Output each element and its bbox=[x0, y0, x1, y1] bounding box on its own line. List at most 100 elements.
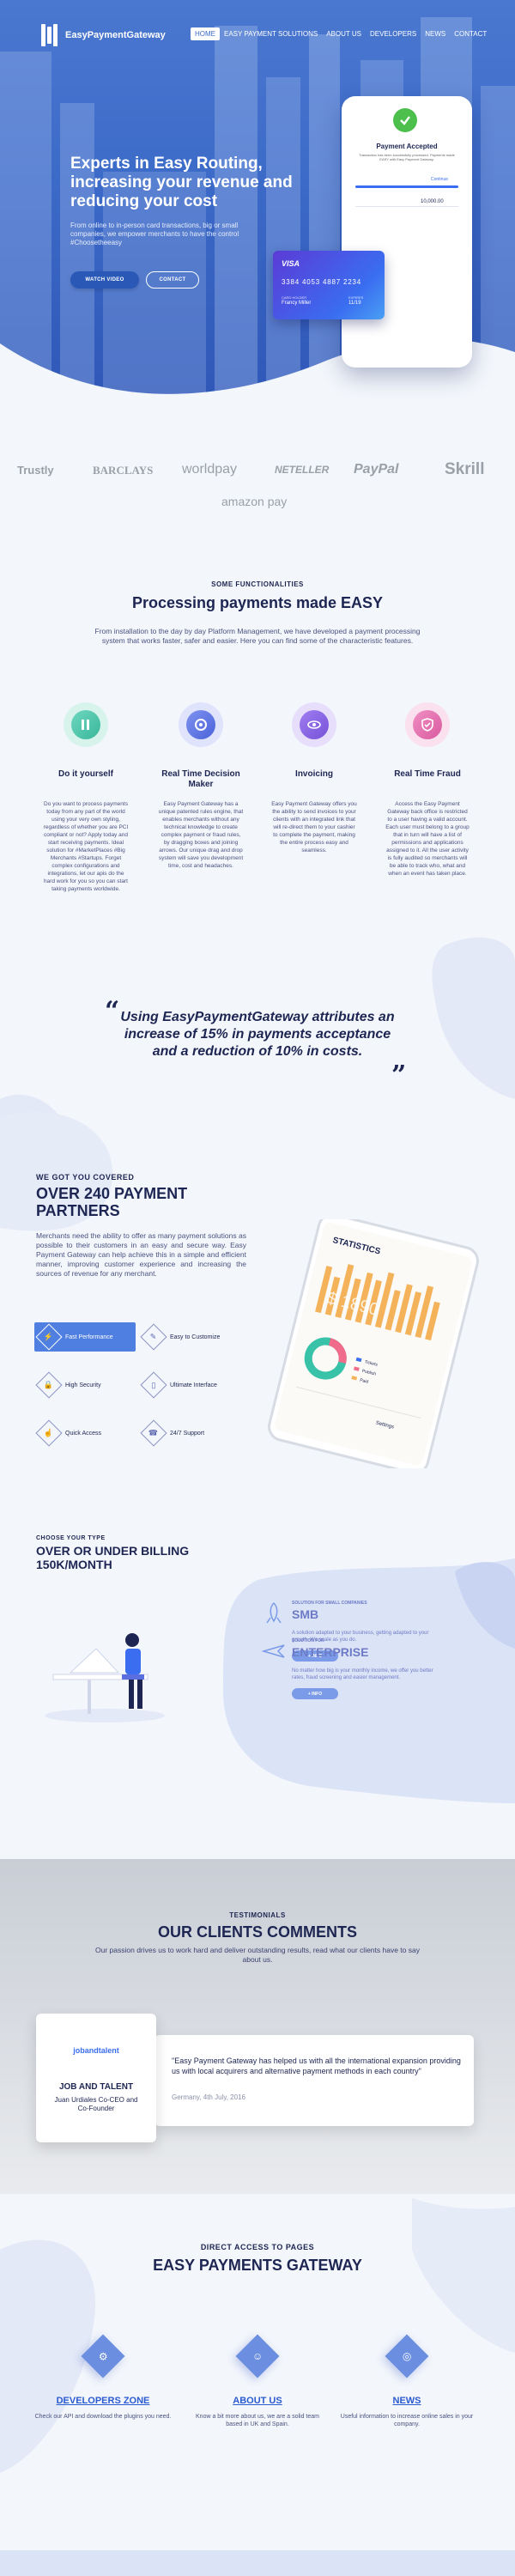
nav-home[interactable]: HOME bbox=[191, 27, 220, 40]
nav-developers[interactable]: DEVELOPERS bbox=[366, 27, 421, 40]
close-quote-icon: ” bbox=[391, 1060, 407, 1091]
smb-eyebrow: SOLUTION FOR SMALL COMPANIES bbox=[292, 1601, 367, 1606]
main-nav: HOME EASY PAYMENT SOLUTIONS ABOUT US DEV… bbox=[191, 27, 491, 40]
feature-label: Easy to Customize bbox=[170, 1334, 221, 1340]
feature-text: Easy Payment Gateway has a unique patent… bbox=[158, 801, 244, 869]
testimonial-comment: "Easy Payment Gateway has helped us with… bbox=[172, 2057, 461, 2075]
news-icon-wrap[interactable]: ◎ bbox=[385, 2334, 429, 2379]
partner-neteller: NETELLER bbox=[275, 464, 330, 476]
visa-logo: VISA bbox=[282, 259, 300, 268]
billing-background-shape bbox=[223, 1558, 515, 1803]
feature-quick-access[interactable]: ☝ Quick Access bbox=[35, 1419, 136, 1448]
card-expiry-label: EXPIRES bbox=[348, 295, 364, 300]
hand-icon: ☝ bbox=[35, 1419, 63, 1447]
contact-button[interactable]: CONTACT bbox=[146, 271, 199, 289]
feature-easy-to-customize[interactable]: ✎ Easy to Customize bbox=[140, 1322, 247, 1352]
testimonial-client-card: jobandtalent JOB AND TALENT Juan Urdiale… bbox=[36, 2014, 156, 2142]
feature-icon-wrap bbox=[405, 702, 450, 747]
speed-icon: ⚡ bbox=[35, 1323, 63, 1351]
amount-value: 10,000.00 bbox=[421, 199, 444, 204]
news-text: Useful information to increase online sa… bbox=[340, 2414, 474, 2427]
open-quote-icon: “ bbox=[105, 996, 120, 1026]
checkmark-icon bbox=[393, 108, 417, 132]
quote-text: Using EasyPaymentGateway attributes an i… bbox=[120, 1010, 395, 1059]
feature-title: Do it yourself bbox=[58, 769, 113, 779]
billing-eyebrow: CHOOSE YOUR TYPE bbox=[36, 1535, 106, 1541]
functionalities-eyebrow: SOME FUNCTIONALITIES bbox=[211, 580, 304, 588]
nav-news[interactable]: NEWS bbox=[421, 27, 450, 40]
payment-accepted-text: Transaction has been successfully proces… bbox=[359, 153, 455, 161]
client-person: Juan Urdiales Co-CEO and Co-Founder bbox=[54, 2096, 138, 2112]
feature-24-7-support[interactable]: ☎ 24/7 Support bbox=[140, 1419, 247, 1448]
enterprise-description: No matter how big is your monthly income… bbox=[292, 1668, 433, 1680]
plane-icon bbox=[261, 1644, 285, 1658]
testimonials-eyebrow: TESTIMONIALS bbox=[229, 1911, 286, 1919]
shield-icon bbox=[413, 710, 442, 739]
nav-about-us[interactable]: ABOUT US bbox=[322, 27, 366, 40]
divider bbox=[355, 206, 458, 207]
news-link[interactable]: NEWS bbox=[338, 2396, 476, 2406]
lock-icon: 🔒 bbox=[35, 1371, 63, 1399]
covered-text: Merchants need the ability to offer as m… bbox=[36, 1231, 246, 1278]
partner-amazon-pay: amazon pay bbox=[221, 495, 288, 508]
watch-video-button[interactable]: WATCH VIDEO bbox=[70, 271, 139, 289]
about-us-text: Know a bit more about us, we are a solid… bbox=[196, 2414, 319, 2427]
nav-easy-payment-solutions[interactable]: EASY PAYMENT SOLUTIONS bbox=[220, 27, 322, 40]
feature-fast-performance[interactable]: ⚡ Fast Performance bbox=[34, 1322, 136, 1352]
tools-icon bbox=[71, 710, 100, 739]
covered-eyebrow: WE GOT YOU COVERED bbox=[36, 1173, 135, 1182]
testimonial-date: Germany, 4th July, 2016 bbox=[172, 2093, 245, 2101]
credit-card: VISA 3384 4053 4887 2234 CARD HOLDER Fra… bbox=[273, 251, 385, 319]
partner-trustly: Trustly bbox=[17, 464, 54, 477]
client-company: JOB AND TALENT bbox=[58, 2082, 134, 2092]
customize-icon: ✎ bbox=[140, 1323, 167, 1351]
invoice-eye-icon bbox=[300, 710, 329, 739]
covered-title: OVER 240 PAYMENT PARTNERS bbox=[36, 1185, 188, 1219]
feature-title: Real Time Fraud bbox=[394, 769, 461, 779]
brain-icon bbox=[186, 710, 215, 739]
partner-skrill: Skrill bbox=[445, 460, 485, 478]
person-icon: ☺ bbox=[235, 2334, 280, 2379]
feature-icon-wrap bbox=[179, 702, 223, 747]
brand-logo[interactable]: EasyPaymentGateway bbox=[41, 24, 166, 46]
footer-background-shapes bbox=[0, 2198, 515, 2576]
functionalities-intro: From installation to the day by day Plat… bbox=[94, 627, 421, 645]
developers-zone-text: Check our API and download the plugins y… bbox=[34, 2414, 172, 2420]
feature-high-security[interactable]: 🔒 High Security bbox=[35, 1370, 136, 1400]
card-holder-name: Francy Miller bbox=[282, 301, 312, 306]
feature-label: High Security bbox=[65, 1382, 101, 1388]
jobandtalent-logo: jobandtalent bbox=[73, 2046, 119, 2055]
feature-text: Access the Easy Payment Gateway back off… bbox=[385, 801, 470, 877]
card-number: 3384 4053 4887 2234 bbox=[282, 278, 362, 286]
developers-zone-icon-wrap[interactable]: ⚙ bbox=[81, 2334, 125, 2379]
phone-icon: ▯ bbox=[140, 1371, 167, 1399]
about-us-link[interactable]: ABOUT US bbox=[189, 2396, 326, 2406]
hero-subtitle: From online to in-person card transactio… bbox=[70, 222, 239, 246]
card-expiry: 11/19 bbox=[348, 301, 361, 306]
feature-text: Do you want to process payments today fr… bbox=[43, 801, 129, 892]
feature-label: Quick Access bbox=[65, 1430, 102, 1437]
feature-ultimate-interface[interactable]: ▯ Ultimate Interface bbox=[140, 1370, 247, 1400]
feature-title: Invoicing bbox=[295, 769, 333, 779]
statistics-device-mockup: STATISTICS $ 1890 Tickets Publish Paid S… bbox=[268, 1219, 479, 1468]
developers-zone-link[interactable]: DEVELOPERS ZONE bbox=[34, 2396, 172, 2406]
brand-name: EasyPaymentGateway bbox=[65, 30, 166, 40]
target-icon: ◎ bbox=[385, 2334, 429, 2379]
feature-icon-wrap bbox=[292, 702, 336, 747]
functionalities-title: Processing payments made EASY bbox=[131, 594, 384, 611]
smb-title: SMB bbox=[292, 1607, 319, 1621]
feature-icon-wrap bbox=[64, 702, 108, 747]
testimonials-intro: Our passion drives us to work hard and d… bbox=[95, 1946, 420, 1964]
continue-link[interactable]: Continue bbox=[431, 177, 448, 182]
partner-barclays: BARCLAYS bbox=[93, 464, 154, 477]
access-title: EASY PAYMENTS GATEWAY bbox=[153, 2257, 362, 2274]
billing-title: OVER OR UNDER BILLING 150K/MONTH bbox=[36, 1544, 190, 1571]
about-us-icon-wrap[interactable]: ☺ bbox=[235, 2334, 280, 2379]
enterprise-eyebrow: SOLUTION FOR bbox=[292, 1638, 324, 1643]
feature-label: 24/7 Support bbox=[170, 1430, 205, 1437]
feature-text: Easy Payment Gateway offers you the abil… bbox=[271, 801, 357, 854]
enterprise-info-button[interactable]: + INFO bbox=[292, 1688, 338, 1699]
nav-contact[interactable]: CONTACT bbox=[450, 27, 491, 40]
testimonial-comment-card: "Easy Payment Gateway has helped us with… bbox=[154, 2035, 474, 2126]
feature-label: Ultimate Interface bbox=[170, 1382, 217, 1388]
